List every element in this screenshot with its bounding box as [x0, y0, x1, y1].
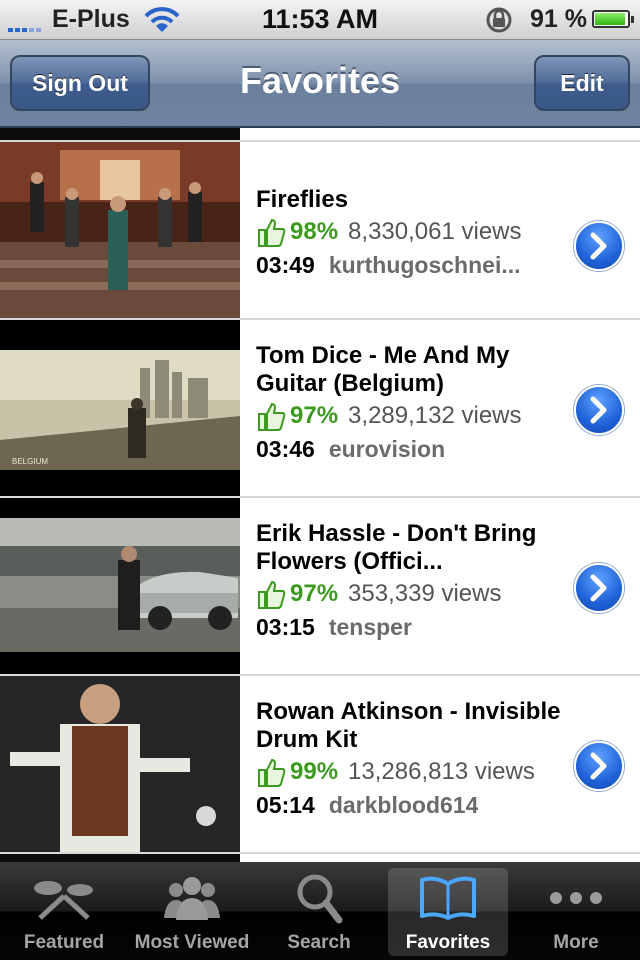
tab-more[interactable]: More	[516, 868, 636, 956]
tab-bar: Featured Most Viewed Search Favorites Mo…	[0, 862, 640, 960]
battery-percent: 91 %	[530, 5, 587, 33]
thumbs-up-icon	[258, 218, 286, 247]
tab-label: Search	[287, 932, 351, 953]
detail-disclosure-button[interactable]	[574, 741, 624, 791]
list-item-partial	[0, 854, 640, 862]
list-item[interactable]: Fireflies 98% 8,330,061 views 03:49 kurt…	[0, 142, 640, 320]
rating-percent: 97%	[290, 580, 339, 607]
view-count: 8,330,061 views	[348, 218, 522, 245]
favorites-list[interactable]: Fireflies 98% 8,330,061 views 03:49 kurt…	[0, 128, 640, 862]
video-duration: 03:49	[256, 251, 315, 278]
video-author: eurovision	[328, 435, 446, 462]
battery-icon	[592, 10, 634, 28]
edit-button[interactable]: Edit	[534, 55, 630, 111]
view-count: 13,286,813 views	[348, 758, 535, 785]
list-item-partial	[0, 128, 640, 142]
chevron-right-icon	[590, 574, 607, 602]
chevron-right-icon	[590, 752, 607, 780]
chevron-right-icon	[590, 396, 607, 424]
rating-percent: 99%	[290, 758, 339, 785]
detail-disclosure-button[interactable]	[574, 385, 624, 435]
status-bar: E-Plus 11:53 AM 91 %	[0, 0, 640, 40]
tab-most-viewed[interactable]: Most Viewed	[132, 868, 252, 956]
featured-icon	[34, 881, 93, 920]
list-item[interactable]: BELGIUM Tom Dice - Me And My Guitar (Bel…	[0, 320, 640, 498]
video-title: Tom Dice - Me And My Guitar (Belgium)	[256, 342, 510, 397]
list-item[interactable]: Rowan Atkinson - Invisible Drum Kit 99% …	[0, 676, 640, 854]
video-title: Erik Hassle - Don't Bring Flowers (Offic…	[256, 520, 537, 575]
thumbs-up-icon	[258, 580, 286, 609]
navigation-bar: Sign Out Favorites Edit	[0, 40, 640, 128]
tab-label: More	[553, 932, 599, 953]
search-icon	[297, 874, 343, 924]
thumbs-up-icon	[258, 402, 286, 431]
video-thumbnail[interactable]	[0, 676, 240, 852]
video-duration: 03:15	[256, 613, 315, 640]
video-thumbnail[interactable]: BELGIUM	[0, 320, 240, 496]
video-thumbnail[interactable]	[0, 498, 240, 674]
rotation-lock-icon	[486, 7, 512, 33]
thumbnail-caption: BELGIUM	[12, 457, 48, 466]
tab-search[interactable]: Search	[259, 868, 379, 956]
tab-favorites[interactable]: Favorites	[388, 868, 508, 956]
video-duration: 03:46	[256, 435, 315, 462]
more-dots-icon	[550, 892, 602, 904]
rating-percent: 97%	[290, 402, 339, 429]
tab-label: Favorites	[405, 932, 491, 953]
view-count: 353,339 views	[348, 580, 502, 607]
tab-featured[interactable]: Featured	[4, 868, 124, 956]
tab-label: Featured	[23, 932, 105, 953]
favorites-book-icon	[420, 876, 476, 920]
video-author: tensper	[328, 613, 412, 640]
rating-percent: 98%	[290, 218, 339, 245]
video-title: Fireflies	[256, 186, 349, 213]
video-thumbnail[interactable]	[0, 142, 240, 318]
list-item[interactable]: Erik Hassle - Don't Bring Flowers (Offic…	[0, 498, 640, 676]
video-author: darkblood614	[328, 791, 479, 818]
video-duration: 05:14	[256, 791, 315, 818]
chevron-right-icon	[590, 232, 607, 260]
video-title: Rowan Atkinson - Invisible Drum Kit	[256, 698, 561, 753]
thumbs-up-icon	[258, 758, 286, 787]
tab-label: Most Viewed	[134, 932, 250, 953]
detail-disclosure-button[interactable]	[574, 221, 624, 271]
view-count: 3,289,132 views	[348, 402, 522, 429]
most-viewed-icon	[164, 877, 220, 920]
video-author: kurthugoschnei...	[328, 251, 521, 278]
detail-disclosure-button[interactable]	[574, 563, 624, 613]
